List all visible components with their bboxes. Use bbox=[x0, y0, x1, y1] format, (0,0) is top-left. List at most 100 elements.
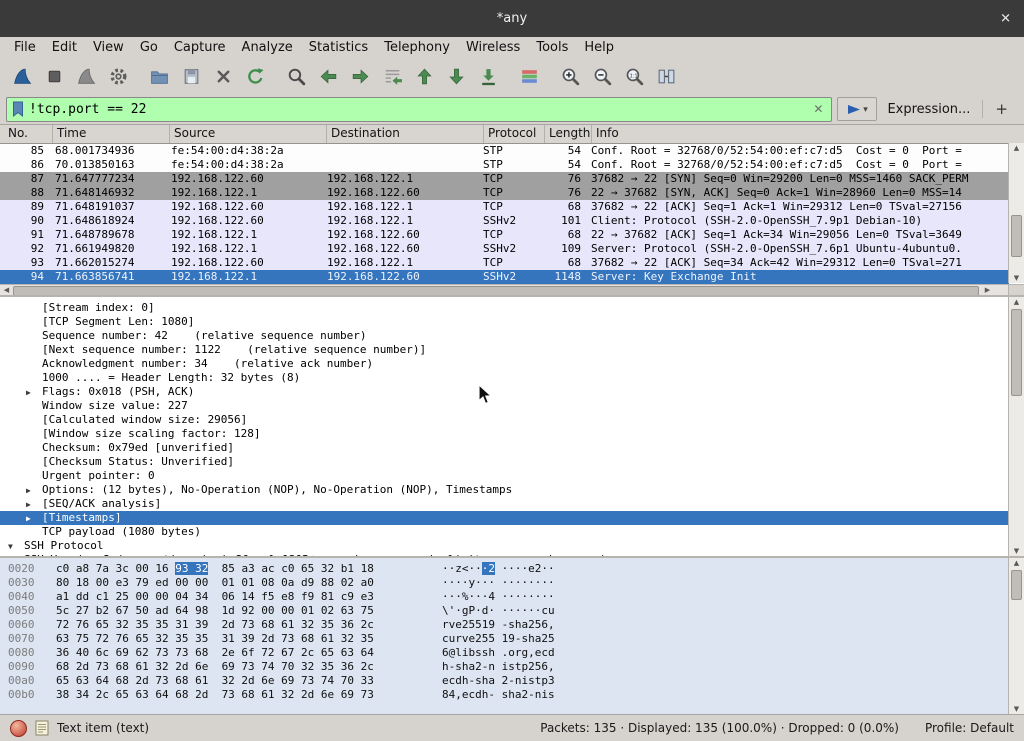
filter-clear-icon[interactable]: ✕ bbox=[810, 102, 826, 116]
expand-arrow-icon[interactable]: ▶ bbox=[26, 500, 42, 509]
scroll-down-icon[interactable]: ▼ bbox=[1009, 546, 1024, 556]
restart-capture-button[interactable] bbox=[70, 61, 102, 91]
column-header[interactable]: Time bbox=[53, 125, 170, 143]
menu-item[interactable]: View bbox=[85, 39, 132, 56]
detail-line[interactable]: ▶[SEQ/ACK analysis] bbox=[0, 497, 1009, 511]
detail-line[interactable]: Window size value: 227 bbox=[0, 399, 1009, 413]
hex-row[interactable]: 00b038 34 2c 65 63 64 68 2d 73 68 61 32 … bbox=[0, 688, 1024, 702]
detail-line[interactable]: Checksum: 0x79ed [unverified] bbox=[0, 441, 1009, 455]
hex-row[interactable]: 0020c0 a8 7a 3c 00 16 93 32 85 a3 ac c0 … bbox=[0, 562, 1024, 576]
packet-row[interactable]: 88 71.648146932 192.168.122.1 192.168.12… bbox=[0, 186, 1009, 200]
packet-row[interactable]: 90 71.648618924 192.168.122.60 192.168.1… bbox=[0, 214, 1009, 228]
detail-line[interactable]: [Checksum Status: Unverified] bbox=[0, 455, 1009, 469]
scroll-down-icon[interactable]: ▼ bbox=[1009, 704, 1024, 714]
close-file-button[interactable] bbox=[207, 61, 239, 91]
packet-row[interactable]: 87 71.647777234 192.168.122.60 192.168.1… bbox=[0, 172, 1009, 186]
display-filter-input[interactable]: !tcp.port == 22 ✕ bbox=[6, 97, 832, 122]
scroll-up-icon[interactable]: ▲ bbox=[1009, 558, 1024, 568]
menu-item[interactable]: Help bbox=[576, 39, 622, 56]
menu-item[interactable]: Wireless bbox=[458, 39, 528, 56]
expand-arrow-icon[interactable]: ▶ bbox=[26, 388, 42, 397]
packet-row[interactable]: 89 71.648191037 192.168.122.60 192.168.1… bbox=[0, 200, 1009, 214]
detail-line[interactable]: [Stream index: 0] bbox=[0, 301, 1009, 315]
menu-item[interactable]: File bbox=[6, 39, 44, 56]
detail-line[interactable]: [Calculated window size: 29056] bbox=[0, 413, 1009, 427]
detail-line[interactable]: Sequence number: 42 (relative sequence n… bbox=[0, 329, 1009, 343]
resize-columns-button[interactable] bbox=[650, 61, 682, 91]
detail-line[interactable]: ▶Flags: 0x018 (PSH, ACK) bbox=[0, 385, 1009, 399]
column-header[interactable]: Length bbox=[545, 125, 592, 143]
comment-icon[interactable] bbox=[35, 720, 49, 736]
packet-row[interactable]: 91 71.648789678 192.168.122.1 192.168.12… bbox=[0, 228, 1009, 242]
scrollbar-thumb[interactable] bbox=[1011, 309, 1022, 396]
detail-line[interactable]: TCP payload (1080 bytes) bbox=[0, 525, 1009, 539]
hex-row[interactable]: 00a065 63 64 68 2d 73 68 61 32 2d 6e 69 … bbox=[0, 674, 1024, 688]
capture-options-button[interactable] bbox=[102, 61, 134, 91]
detail-line[interactable]: [Next sequence number: 1122 (relative se… bbox=[0, 343, 1009, 357]
column-header[interactable]: Source bbox=[170, 125, 327, 143]
menu-item[interactable]: Analyze bbox=[234, 39, 301, 56]
go-last-button[interactable] bbox=[440, 61, 472, 91]
hex-row[interactable]: 0040a1 dd c1 25 00 00 04 34 06 14 f5 e8 … bbox=[0, 590, 1024, 604]
menu-item[interactable]: Edit bbox=[44, 39, 85, 56]
filter-add-button[interactable]: + bbox=[982, 100, 1018, 118]
find-packet-button[interactable] bbox=[280, 61, 312, 91]
hex-row[interactable]: 008036 40 6c 69 62 73 73 68 2e 6f 72 67 … bbox=[0, 646, 1024, 660]
column-header[interactable]: Info bbox=[592, 125, 1024, 143]
menu-item[interactable]: Statistics bbox=[301, 39, 376, 56]
scrollbar-thumb[interactable] bbox=[1011, 570, 1022, 600]
expand-arrow-icon[interactable]: ▶ bbox=[26, 514, 42, 523]
filter-apply-button[interactable]: ▾ bbox=[837, 97, 877, 121]
detail-line[interactable]: Urgent pointer: 0 bbox=[0, 469, 1009, 483]
expert-info-icon[interactable] bbox=[10, 720, 27, 737]
expand-arrow-icon[interactable]: ▼ bbox=[8, 542, 24, 551]
hex-row[interactable]: 006072 76 65 32 35 35 31 39 2d 73 68 61 … bbox=[0, 618, 1024, 632]
detail-line[interactable]: ▼SSH Protocol bbox=[0, 539, 1009, 553]
zoom-out-button[interactable] bbox=[586, 61, 618, 91]
profile-selector[interactable]: Profile: Default bbox=[925, 721, 1014, 735]
packet-list-vertical-scrollbar[interactable]: ▲ ▼ bbox=[1008, 143, 1024, 283]
go-first-button[interactable] bbox=[408, 61, 440, 91]
hex-row[interactable]: 00505c 27 b2 67 50 ad 64 98 1d 92 00 00 … bbox=[0, 604, 1024, 618]
detail-line[interactable]: Acknowledgment number: 34 (relative ack … bbox=[0, 357, 1009, 371]
expression-button[interactable]: Expression... bbox=[877, 102, 980, 117]
start-capture-button[interactable] bbox=[6, 61, 38, 91]
titlebar[interactable]: *any ✕ bbox=[0, 0, 1024, 37]
packet-row[interactable]: 86 70.013850163 fe:54:00:d4:38:2a STP 54… bbox=[0, 158, 1009, 172]
packet-row[interactable]: 94 71.663856741 192.168.122.1 192.168.12… bbox=[0, 270, 1009, 284]
open-file-button[interactable] bbox=[143, 61, 175, 91]
menu-item[interactable]: Capture bbox=[166, 39, 234, 56]
zoom-original-button[interactable]: 1:1 bbox=[618, 61, 650, 91]
column-header[interactable]: No. bbox=[0, 125, 53, 143]
details-vertical-scrollbar[interactable]: ▲ ▼ bbox=[1008, 297, 1024, 556]
scrollbar-thumb[interactable] bbox=[1011, 215, 1022, 257]
hex-row[interactable]: 009068 2d 73 68 61 32 2d 6e 69 73 74 70 … bbox=[0, 660, 1024, 674]
scroll-down-icon[interactable]: ▼ bbox=[1009, 273, 1024, 283]
column-header[interactable]: Protocol bbox=[484, 125, 545, 143]
packet-row[interactable]: 92 71.661949820 192.168.122.1 192.168.12… bbox=[0, 242, 1009, 256]
packet-row[interactable]: 85 68.001734936 fe:54:00:d4:38:2a STP 54… bbox=[0, 144, 1009, 158]
zoom-in-button[interactable] bbox=[554, 61, 586, 91]
hex-row[interactable]: 007063 75 72 76 65 32 35 35 31 39 2d 73 … bbox=[0, 632, 1024, 646]
detail-line[interactable]: ▶Options: (12 bytes), No-Operation (NOP)… bbox=[0, 483, 1009, 497]
window-close-button[interactable]: ✕ bbox=[1000, 11, 1011, 26]
bytes-vertical-scrollbar[interactable]: ▲ ▼ bbox=[1008, 558, 1024, 714]
detail-line[interactable]: [Window size scaling factor: 128] bbox=[0, 427, 1009, 441]
detail-line[interactable]: [TCP Segment Len: 1080] bbox=[0, 315, 1009, 329]
bookmark-icon[interactable] bbox=[12, 101, 24, 117]
go-forward-button[interactable] bbox=[344, 61, 376, 91]
auto-scroll-button[interactable] bbox=[472, 61, 504, 91]
menu-item[interactable]: Tools bbox=[528, 39, 576, 56]
packet-row[interactable]: 93 71.662015274 192.168.122.60 192.168.1… bbox=[0, 256, 1009, 270]
detail-line[interactable]: ▶[Timestamps] bbox=[0, 511, 1009, 525]
detail-line[interactable]: 1000 .... = Header Length: 32 bytes (8) bbox=[0, 371, 1009, 385]
expand-arrow-icon[interactable]: ▶ bbox=[26, 486, 42, 495]
column-header[interactable]: Destination bbox=[327, 125, 484, 143]
scroll-up-icon[interactable]: ▲ bbox=[1009, 143, 1024, 153]
go-to-packet-button[interactable] bbox=[376, 61, 408, 91]
filter-dropdown-icon[interactable]: ▾ bbox=[863, 104, 868, 115]
reload-button[interactable] bbox=[239, 61, 271, 91]
hex-row[interactable]: 003080 18 00 e3 79 ed 00 00 01 01 08 0a … bbox=[0, 576, 1024, 590]
menu-item[interactable]: Go bbox=[132, 39, 166, 56]
stop-capture-button[interactable] bbox=[38, 61, 70, 91]
